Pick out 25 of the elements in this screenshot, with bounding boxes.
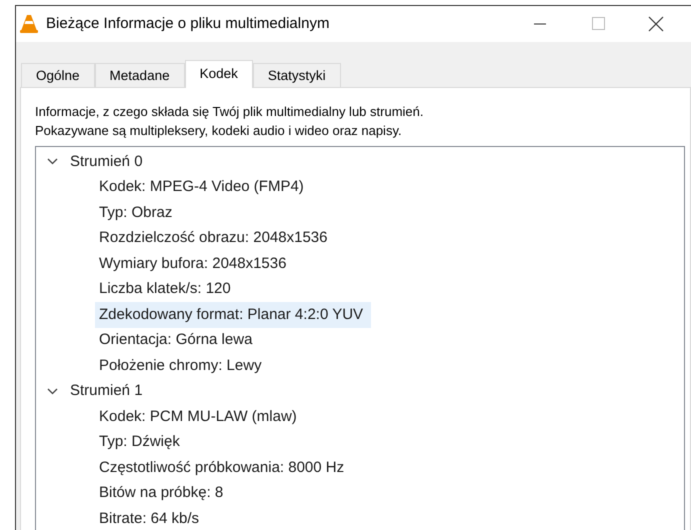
tree-item[interactable]: Zdekodowany format: Planar 4:2:0 YUV bbox=[95, 302, 372, 328]
tab[interactable]: Ogólne bbox=[21, 63, 95, 87]
description-text: Informacje, z czego składa się Twój plik multimedialny lub strumień. bbox=[35, 103, 424, 121]
tree-item[interactable]: Orientacja: Górna lewa bbox=[95, 328, 260, 353]
tree-item[interactable]: Kodek: PCM MU-LAW (mlaw) bbox=[95, 404, 305, 430]
chevron-down-icon[interactable] bbox=[47, 386, 58, 397]
traffic-cone-icon bbox=[20, 14, 38, 34]
tree-item[interactable]: Strumień 1 bbox=[70, 380, 143, 402]
description-text: Pokazywane są multipleksery, kodeki audio i wideo oraz napisy. bbox=[35, 122, 403, 140]
close-icon[interactable] bbox=[648, 16, 664, 32]
tree-item[interactable]: Kodek: MPEG-4 Video (FMP4) bbox=[95, 174, 312, 200]
tree-item[interactable]: Bitów na próbkę: 8 bbox=[95, 480, 232, 506]
tree-item[interactable]: Typ: Obraz bbox=[95, 200, 180, 226]
tree-item[interactable]: Częstotliwość próbkowania: 8000 Hz bbox=[95, 455, 352, 480]
tree-item[interactable]: Liczba klatek/s: 120 bbox=[95, 276, 239, 302]
window-title: Bieżące Informacje o pliku multimedialnym bbox=[46, 14, 330, 34]
tab[interactable]: Statystyki bbox=[252, 63, 341, 87]
tree-item[interactable]: Położenie chromy: Lewy bbox=[95, 353, 270, 378]
tab[interactable]: Metadane bbox=[94, 63, 185, 87]
tree-item[interactable]: Wymiary bufora: 2048x1536 bbox=[95, 251, 294, 276]
tree-item[interactable]: Bitrate: 64 kb/s bbox=[95, 506, 208, 530]
tree-item[interactable]: Strumień 0 bbox=[70, 150, 143, 173]
tree-item[interactable]: Rozdzielczość obrazu: 2048x1536 bbox=[95, 226, 336, 251]
tab[interactable]: Kodek bbox=[184, 60, 253, 88]
tree-item[interactable]: Typ: Dźwięk bbox=[95, 430, 188, 455]
